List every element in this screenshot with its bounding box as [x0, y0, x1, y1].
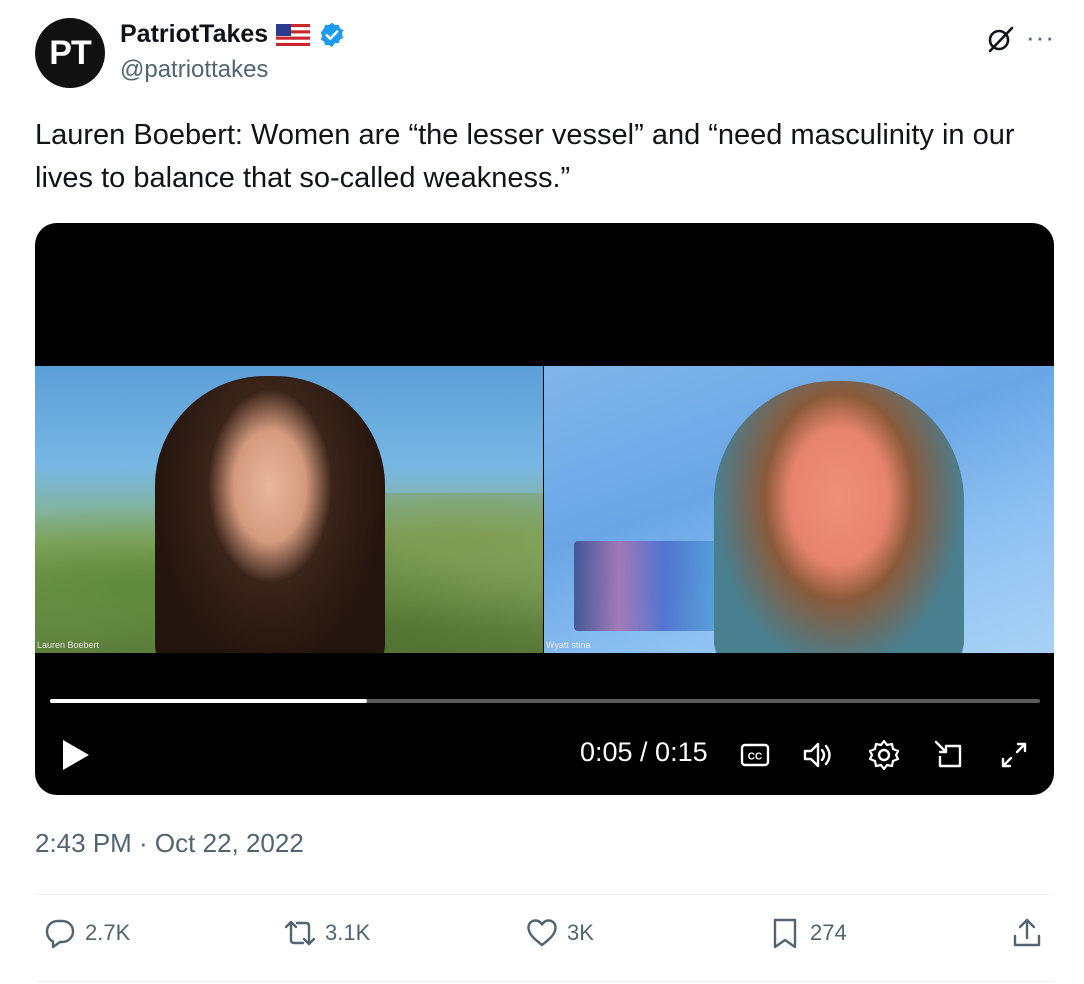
left-camera-label: Lauren Boebert: [37, 640, 100, 650]
picture-in-picture-icon[interactable]: [932, 738, 966, 772]
tweet-text: Lauren Boebert: Women are “the lesser ve…: [35, 119, 1015, 194]
speaker-right: [714, 381, 964, 653]
time-display: 0:05 / 0:15: [580, 737, 708, 767]
progress-bar[interactable]: [50, 699, 1040, 703]
like-button[interactable]: 3K: [525, 916, 594, 950]
more-icon[interactable]: ···: [1026, 22, 1055, 53]
bottom-divider: [35, 981, 1055, 982]
divider: [35, 894, 1055, 895]
repost-button[interactable]: 3.1K: [283, 916, 370, 950]
reply-button[interactable]: 2.7K: [43, 916, 130, 950]
progress-fill: [50, 699, 367, 703]
svg-text:CC: CC: [748, 752, 762, 763]
speaker-left: [155, 376, 385, 653]
video-frame-right: Wyatt stina: [544, 366, 1054, 653]
bookmark-icon: [773, 918, 797, 949]
bookmark-button[interactable]: 274: [768, 916, 847, 950]
reply-icon: [45, 919, 75, 949]
shelf-background: [574, 541, 724, 631]
avatar-text: PT: [49, 33, 91, 72]
share-icon: [1013, 918, 1041, 947]
reply-count: 2.7K: [85, 920, 131, 945]
video-player[interactable]: Lauren Boebert Wyatt stina 0:05 / 0:15 C…: [35, 223, 1054, 795]
heart-icon: [527, 919, 557, 947]
captions-icon[interactable]: CC: [738, 738, 772, 772]
bookmark-count: 274: [810, 920, 847, 945]
action-bar: 2.7K 3.1K 3K 274: [35, 916, 1055, 962]
name-row: PatriotTakes: [120, 20, 346, 49]
tweet-header: PT PatriotTakes @patriottakes ···: [35, 16, 1055, 96]
avatar[interactable]: PT: [35, 18, 105, 88]
like-count: 3K: [567, 920, 594, 945]
play-icon[interactable]: [61, 738, 91, 772]
video-frame-left: Lauren Boebert: [35, 366, 543, 653]
fullscreen-icon[interactable]: [997, 738, 1031, 772]
tweet-timestamp[interactable]: 2:43 PM · Oct 22, 2022: [35, 828, 304, 859]
settings-gear-icon[interactable]: [867, 738, 901, 772]
right-camera-label: Wyatt stina: [546, 640, 591, 650]
display-name[interactable]: PatriotTakes: [120, 20, 268, 49]
repost-count: 3.1K: [325, 920, 371, 945]
share-button[interactable]: [1010, 916, 1044, 950]
repost-icon: [284, 920, 316, 946]
handle[interactable]: @patriottakes: [120, 56, 268, 84]
video-controls: 0:05 / 0:15 CC: [35, 728, 1054, 778]
grok-icon[interactable]: [985, 24, 1015, 54]
volume-icon[interactable]: [801, 738, 835, 772]
us-flag-icon: [276, 23, 311, 46]
verified-badge-icon: [321, 22, 344, 47]
